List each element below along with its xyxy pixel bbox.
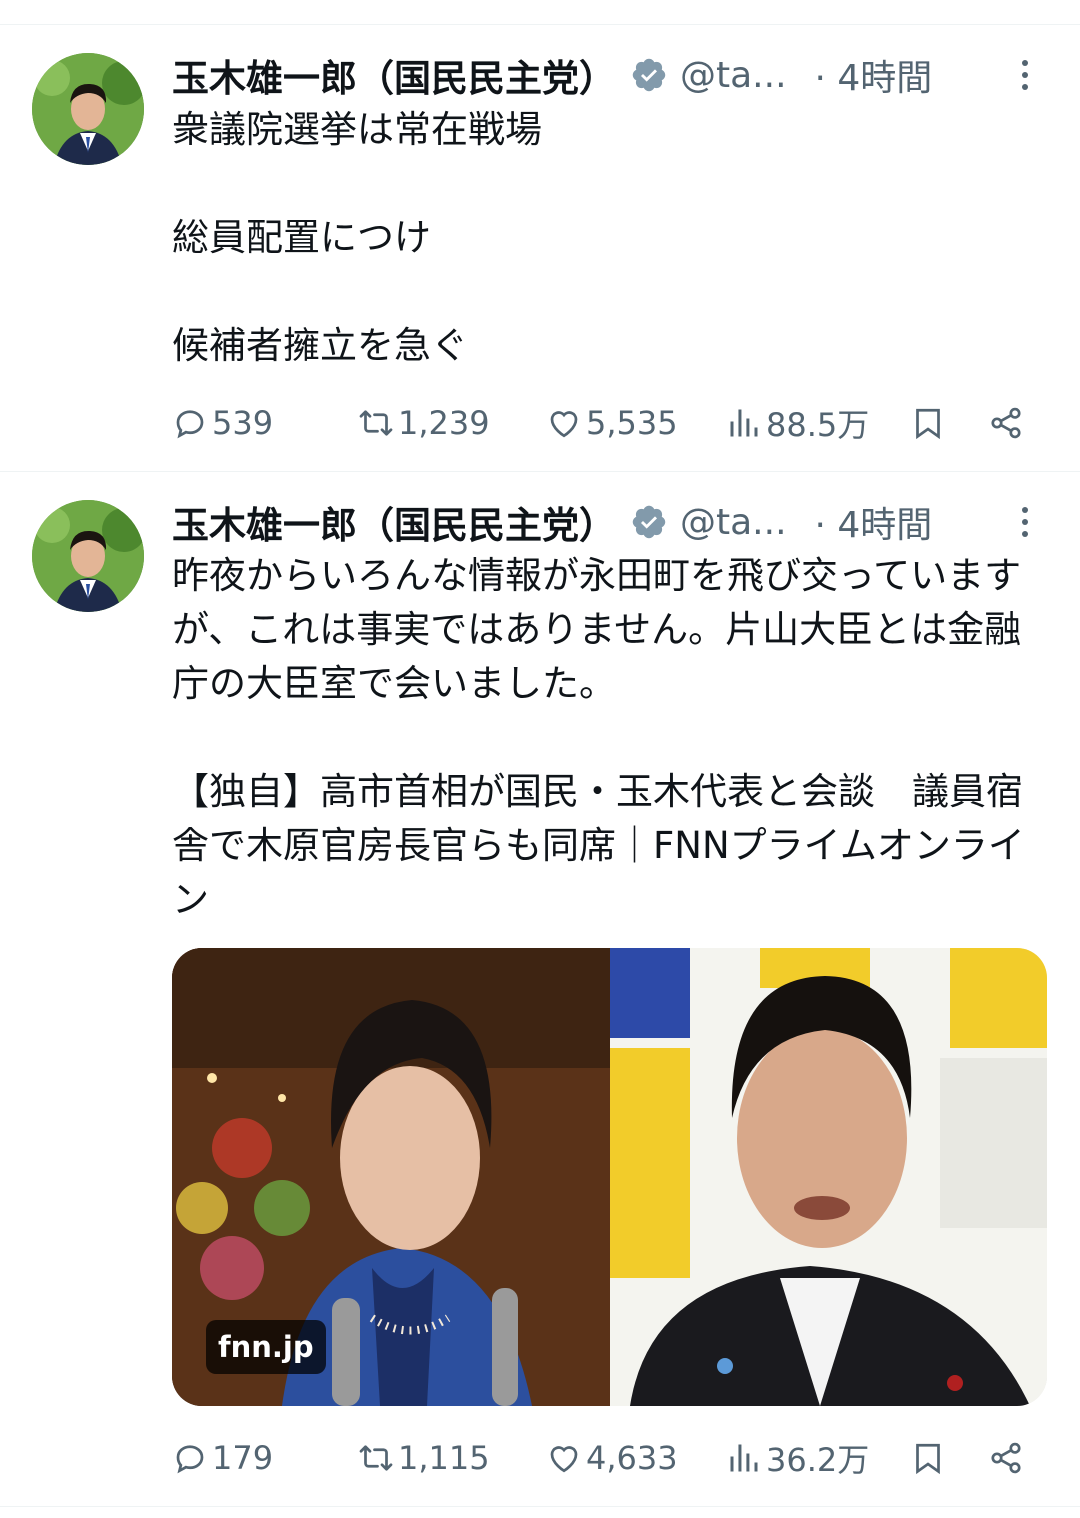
reply-count: 179 [212,1439,274,1477]
views-count: 36.2万 [766,1441,870,1479]
heart-icon [550,1446,578,1473]
like-button[interactable]: 4,633 [546,1433,678,1483]
verified-badge-icon [632,505,666,539]
card-image-right [610,948,1047,1406]
views-button[interactable]: 36.2万 [726,1433,869,1483]
like-count: 4,633 [586,1439,678,1477]
tweet-timestamp[interactable]: · 4時間 [815,496,933,548]
link-preview-card[interactable]: fnn.jp [172,948,1047,1406]
like-button[interactable]: 5,535 [546,398,678,448]
verified-badge-icon [632,58,666,92]
share-icon [991,407,1021,439]
author-handle[interactable]: @ta... [680,55,787,96]
views-count: 88.5万 [766,406,870,444]
tweet-actions: 179 1,115 4,633 36.2万 [172,1433,1042,1483]
views-chart-icon [730,1444,758,1472]
bottom-divider [0,1506,1080,1507]
share-icon [991,1442,1021,1474]
reply-button[interactable]: 539 [172,398,273,448]
bookmark-button[interactable] [910,1433,946,1483]
tweet-timestamp[interactable]: · 4時間 [815,49,933,101]
tweet-text: 昨夜からいろんな情報が永田町を飛び交っていますが、これは事実ではありません。片山… [172,554,1025,921]
reply-button[interactable]: 179 [172,1433,273,1483]
heart-icon [550,411,578,438]
like-count: 5,535 [586,404,678,442]
more-options-icon[interactable] [1010,50,1040,100]
share-button[interactable] [988,1433,1024,1483]
author-name[interactable]: 玉木雄一郎（国民民主党） [172,48,616,102]
tweet-actions: 539 1,239 5,535 88.5万 [172,398,1042,448]
retweet-button[interactable]: 1,115 [358,1433,490,1483]
retweet-count: 1,239 [398,404,490,442]
more-options-icon[interactable] [1010,497,1040,547]
share-button[interactable] [988,398,1024,448]
reply-icon [176,410,204,439]
retweet-icon [359,1445,393,1471]
tweet-header: 玉木雄一郎（国民民主党） @ta... · 4時間 [172,48,933,102]
author-avatar[interactable] [32,500,144,612]
views-chart-icon [730,409,758,437]
retweet-button[interactable]: 1,239 [358,398,490,448]
retweet-count: 1,115 [398,1439,490,1477]
views-button[interactable]: 88.5万 [726,398,869,448]
bookmark-button[interactable] [910,398,946,448]
top-divider [0,24,1080,25]
tweet-header: 玉木雄一郎（国民民主党） @ta... · 4時間 [172,495,933,549]
bookmark-icon [916,408,940,440]
author-handle[interactable]: @ta... [680,502,787,543]
bookmark-icon [916,1443,940,1475]
card-domain-badge: fnn.jp [206,1320,326,1374]
tweet-divider [0,471,1080,472]
reply-count: 539 [212,404,274,442]
author-avatar[interactable] [32,53,144,165]
reply-icon [176,1445,204,1474]
retweet-icon [359,410,393,436]
tweet-text: 衆議院選挙は常在戦場 総員配置につけ 候補者擁立を急ぐ [172,108,542,367]
card-image-left: fnn.jp [172,948,610,1406]
author-name[interactable]: 玉木雄一郎（国民民主党） [172,495,616,549]
